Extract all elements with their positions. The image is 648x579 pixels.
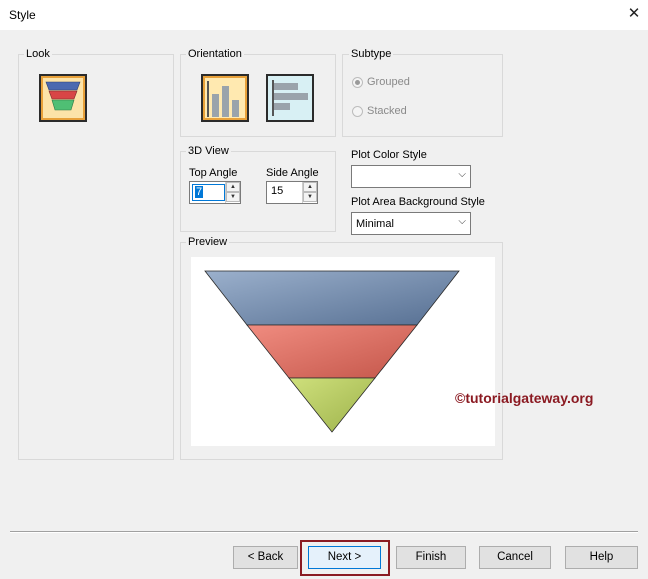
plot-color-style-select[interactable]: ⌵: [351, 165, 471, 188]
side-angle-spin-buttons: ▲ ▼: [302, 182, 317, 203]
top-angle-down-icon[interactable]: ▼: [226, 192, 240, 202]
next-button[interactable]: Next >: [308, 546, 381, 569]
funnel-preview: [204, 270, 460, 433]
top-angle-value[interactable]: 7: [192, 184, 225, 201]
funnel-segment-top: [204, 270, 460, 326]
side-angle-up-icon[interactable]: ▲: [303, 182, 317, 192]
subtype-group: [342, 54, 503, 137]
close-icon[interactable]: ✕: [624, 4, 644, 24]
top-angle-label: Top Angle: [189, 167, 238, 179]
vertical-bars-glyph: [207, 81, 239, 117]
horizontal-bars-glyph: [272, 80, 308, 116]
finish-button[interactable]: Finish: [396, 546, 466, 569]
side-angle-spinner[interactable]: 15 ▲ ▼: [266, 181, 318, 204]
back-button[interactable]: < Back: [233, 546, 298, 569]
stacked-radio[interactable]: [352, 106, 363, 117]
side-angle-label: Side Angle: [266, 167, 319, 179]
side-angle-down-icon[interactable]: ▼: [303, 192, 317, 202]
plot-area-bg-style-label: Plot Area Background Style: [351, 196, 485, 208]
top-angle-spinner[interactable]: 7 ▲ ▼: [189, 181, 241, 204]
watermark: ©tutorialgateway.org: [455, 390, 594, 406]
window-title: Style: [9, 8, 36, 22]
top-angle-spin-buttons: ▲ ▼: [225, 182, 240, 203]
plot-area-bg-style-select[interactable]: Minimal ⌵: [351, 212, 471, 235]
grouped-radio[interactable]: [352, 77, 363, 88]
look-label: Look: [24, 48, 52, 60]
preview-label: Preview: [186, 236, 230, 248]
chevron-down-icon: ⌵: [458, 216, 466, 227]
grouped-radio-label: Grouped: [367, 76, 410, 88]
cancel-button[interactable]: Cancel: [479, 546, 551, 569]
funnel-chart-icon[interactable]: [39, 74, 87, 122]
top-angle-up-icon[interactable]: ▲: [226, 182, 240, 192]
top-angle-text: 7: [195, 186, 204, 198]
vertical-bars-icon[interactable]: [201, 74, 249, 122]
plot-area-bg-style-value: Minimal: [356, 218, 394, 230]
stacked-radio-label: Stacked: [367, 105, 407, 117]
plot-color-style-label: Plot Color Style: [351, 149, 427, 161]
orientation-label: Orientation: [186, 48, 244, 60]
chevron-down-icon: ⌵: [458, 169, 466, 180]
funnel-segment-middle: [246, 324, 418, 379]
side-angle-value[interactable]: 15: [271, 185, 283, 197]
funnel-glyph: [45, 81, 81, 111]
3d-view-label: 3D View: [186, 145, 231, 157]
help-button[interactable]: Help: [565, 546, 638, 569]
funnel-segment-bottom: [288, 377, 376, 433]
footer-separator: [10, 531, 638, 533]
preview-canvas: [191, 257, 495, 446]
subtype-label: Subtype: [349, 48, 394, 60]
horizontal-bars-icon[interactable]: [266, 74, 314, 122]
title-bar: [0, 0, 648, 30]
